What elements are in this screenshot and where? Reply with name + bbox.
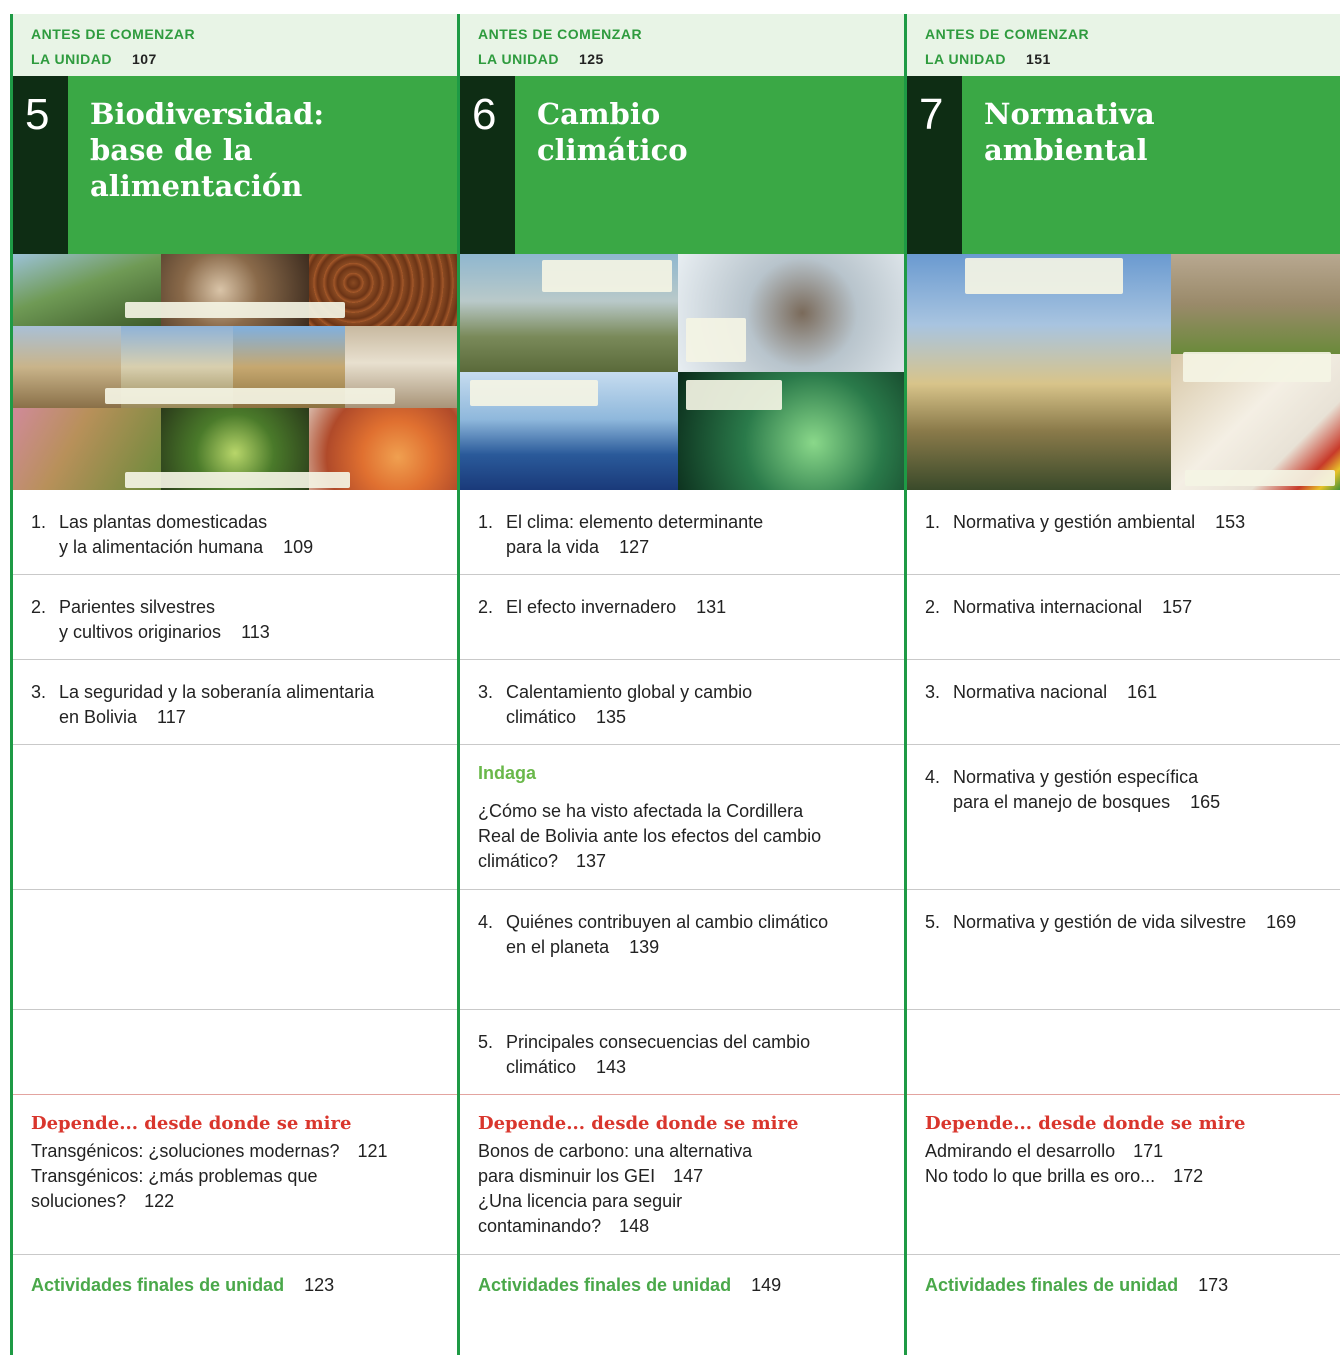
unit-header-strip: ANTES DE COMENZAR LA UNIDAD 107 [13, 14, 457, 76]
unit-photo-collage [13, 254, 457, 490]
indaga-section: Indaga ¿Cómo se ha visto afectada la Cor… [460, 745, 904, 890]
toc-row-empty [13, 1010, 457, 1095]
unit-header-strip: ANTES DE COMENZAR LA UNIDAD 125 [460, 14, 904, 76]
activities-row: Actividades finales de unidad 123 [13, 1255, 457, 1355]
photo-caption [965, 258, 1123, 294]
la-unidad-label: LA UNIDAD 107 [31, 51, 157, 67]
toc-row-empty [13, 890, 457, 1010]
activities-link[interactable]: Actividades finales de unidad 123 [31, 1275, 334, 1296]
toc-row: 1. Normativa y gestión ambiental 153 [907, 490, 1340, 575]
antes-page[interactable]: 151 [1026, 51, 1051, 67]
photo-caption [105, 388, 395, 404]
photo-caption [470, 380, 598, 406]
toc-row: 3. Normativa nacional 161 [907, 660, 1340, 745]
antes-page[interactable]: 125 [579, 51, 604, 67]
unit-number: 7 [919, 90, 944, 139]
unit-number-box: 5 [13, 76, 68, 254]
la-unidad-label: LA UNIDAD 125 [478, 51, 604, 67]
toc-row: 3. Calentamiento global y cambio climático… [460, 660, 904, 745]
toc-row-empty [13, 745, 457, 890]
depende-title[interactable]: Depende... desde donde se mire [478, 1113, 798, 1134]
unit-title[interactable]: Normativa ambiental [984, 96, 1155, 168]
unit-title[interactable]: Biodiversidad: base de la alimentación [90, 96, 457, 204]
photo-caption [125, 472, 350, 488]
depende-title[interactable]: Depende... desde donde se mire [31, 1113, 351, 1134]
toc-item[interactable]: 3. La seguridad y la soberanía alimentari… [31, 680, 374, 730]
toc-row: 1. Las plantas domesticadas y la alimentac… [13, 490, 457, 575]
indaga-label: Indaga [478, 763, 537, 783]
toc-item[interactable]: 1. El clima: elemento determinante para la… [478, 510, 763, 560]
unit-title[interactable]: Cambio climático [537, 96, 688, 168]
photo-caption [125, 302, 345, 318]
toc-row: 2. Parientes silvestres y cultivos origina… [13, 575, 457, 660]
toc-row: 2. Normativa internacional 157 [907, 575, 1340, 660]
toc-row: 5. Normativa y gestión de vida silvestre 1… [907, 890, 1340, 1010]
photo-caption [1183, 352, 1331, 382]
toc-item[interactable]: 3. Normativa nacional 161 [925, 680, 1157, 705]
toc-row: 4. Quiénes contribuyen al cambio climátic… [460, 890, 904, 1010]
unit-7-column: ANTES DE COMENZAR LA UNIDAD 151 7 Normati… [904, 0, 1340, 1355]
activities-link[interactable]: Actividades finales de unidad 149 [478, 1275, 781, 1296]
photo-caption [686, 380, 782, 410]
toc-item[interactable]: 3. Calentamiento global y cambio climático… [478, 680, 752, 730]
toc-item[interactable]: 5. Principales consecuencias del cambio cl… [478, 1030, 810, 1080]
depende-lines[interactable]: Bonos de carbono: una alternativa para d… [478, 1139, 752, 1239]
unit-number-box: 6 [460, 76, 515, 254]
unit-6-column: ANTES DE COMENZAR LA UNIDAD 125 6 Cambio c… [457, 0, 904, 1355]
toc-item[interactable]: 1. Normativa y gestión ambiental 153 [925, 510, 1245, 535]
toc-row: 3. La seguridad y la soberanía alimentari… [13, 660, 457, 745]
toc-item[interactable]: 2. Parientes silvestres y cultivos origina… [31, 595, 270, 645]
unit-number-box: 7 [907, 76, 962, 254]
la-unidad-label: LA UNIDAD 151 [925, 51, 1051, 67]
unit-title-banner: 5 Biodiversidad: base de la alimentación [13, 76, 457, 254]
antes-label: ANTES DE COMENZAR [925, 26, 1090, 42]
unit-5-column: ANTES DE COMENZAR LA UNIDAD 107 5 Biodive… [10, 0, 457, 1355]
unit-header-strip: ANTES DE COMENZAR LA UNIDAD 151 [907, 14, 1340, 76]
photo-children [1171, 254, 1340, 354]
toc-item[interactable]: 1. Las plantas domesticadas y la alimentac… [31, 510, 313, 560]
unit-number: 5 [25, 90, 50, 139]
unit-title-banner: 6 Cambio climático [460, 76, 904, 254]
depende-section: Depende... desde donde se mire Admirando… [907, 1095, 1340, 1255]
toc-row: 2. El efecto invernadero 131 [460, 575, 904, 660]
depende-lines[interactable]: Admirando el desarrollo 171 No todo lo qu… [925, 1139, 1203, 1189]
toc-row: 5. Principales consecuencias del cambio cl… [460, 1010, 904, 1095]
toc-item[interactable]: 2. El efecto invernadero 131 [478, 595, 726, 620]
activities-row: Actividades finales de unidad 149 [460, 1255, 904, 1355]
depende-title[interactable]: Depende... desde donde se mire [925, 1113, 1245, 1134]
toc-item[interactable]: 4. Quiénes contribuyen al cambio climátic… [478, 910, 828, 960]
unit-title-banner: 7 Normativa ambiental [907, 76, 1340, 254]
antes-page[interactable]: 107 [132, 51, 157, 67]
depende-section: Depende... desde donde se mire Bonos de … [460, 1095, 904, 1255]
toc-row: 4. Normativa y gestión específica para el … [907, 745, 1340, 890]
toc-row: 1. El clima: elemento determinante para la… [460, 490, 904, 575]
depende-lines[interactable]: Transgénicos: ¿soluciones modernas? 121 T… [31, 1139, 388, 1214]
unit-number: 6 [472, 90, 497, 139]
toc-item[interactable]: 4. Normativa y gestión específica para el … [925, 765, 1220, 815]
depende-section: Depende... desde donde se mire Transgéni… [13, 1095, 457, 1255]
toc-item[interactable]: 5. Normativa y gestión de vida silvestre 1… [925, 910, 1296, 935]
photo-caption [542, 260, 672, 292]
photo-caption [1185, 470, 1335, 486]
antes-label: ANTES DE COMENZAR [478, 26, 643, 42]
toc-row-empty [907, 1010, 1340, 1095]
photo-caption [686, 318, 746, 362]
antes-label: ANTES DE COMENZAR [31, 26, 196, 42]
indaga-question[interactable]: ¿Cómo se ha visto afectada la Cordillera… [478, 799, 821, 874]
unit-photo-collage [907, 254, 1340, 490]
unit-photo-collage [460, 254, 904, 490]
toc-item[interactable]: 2. Normativa internacional 157 [925, 595, 1192, 620]
activities-link[interactable]: Actividades finales de unidad 173 [925, 1275, 1228, 1296]
activities-row: Actividades finales de unidad 173 [907, 1255, 1340, 1355]
